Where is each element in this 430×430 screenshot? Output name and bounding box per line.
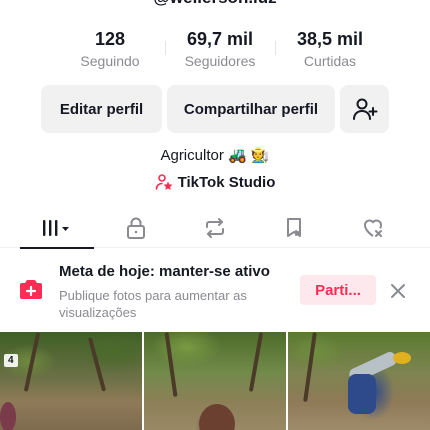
stat-followers[interactable]: 69,7 mil Seguidores: [165, 28, 275, 78]
stat-likes-value: 38,5 mil: [296, 29, 364, 49]
person-hat: [393, 352, 411, 364]
image-count-badge: 4: [4, 354, 18, 367]
goal-participate-button[interactable]: Parti...: [300, 275, 376, 305]
tree-trunk: [164, 332, 178, 397]
add-user-icon: [352, 98, 377, 120]
tree-trunk: [248, 332, 264, 392]
person-figure: [348, 374, 376, 414]
video-thumbnail[interactable]: [288, 332, 430, 430]
stat-followers-label: Seguidores: [184, 53, 256, 69]
stat-following-value: 128: [94, 29, 126, 49]
tab-reposts[interactable]: [185, 208, 245, 248]
person-figure: [199, 404, 235, 430]
profile-actions: Editar perfil Compartilhar perfil: [41, 85, 389, 133]
stat-followers-value: 69,7 mil: [186, 29, 254, 49]
tab-favorites[interactable]: [264, 208, 324, 248]
stat-following-label: Seguindo: [80, 53, 140, 69]
grid-icon: [43, 220, 70, 236]
bookmark-icon: [286, 218, 301, 237]
profile-bio: Agricultor 🚜 🧑‍🌾: [160, 147, 270, 164]
share-profile-button[interactable]: Compartilhar perfil: [167, 85, 335, 133]
edit-profile-button[interactable]: Editar perfil: [41, 85, 162, 133]
tree-trunk: [303, 332, 317, 402]
tree-trunk: [87, 337, 107, 392]
tree-trunk: [23, 332, 41, 392]
goal-subtitle: Publique fotos para aumentar as visualiz…: [59, 288, 247, 320]
stat-likes[interactable]: 38,5 mil Curtidas: [275, 28, 385, 78]
tab-private[interactable]: [106, 208, 166, 248]
tiktok-studio-label: TikTok Studio: [177, 173, 276, 191]
profile-tabs: [0, 208, 430, 249]
repost-icon: [205, 218, 224, 238]
add-friend-button[interactable]: [340, 85, 389, 133]
stat-following[interactable]: 128 Seguindo: [55, 28, 165, 78]
person-star-icon: [155, 174, 172, 190]
video-grid: 4: [0, 332, 430, 430]
tab-videos[interactable]: [20, 208, 95, 249]
close-icon[interactable]: [389, 282, 407, 300]
heart-icon: [363, 219, 382, 237]
tab-liked[interactable]: [343, 208, 403, 248]
profile-username: @wellerson.luz: [0, 0, 430, 8]
tiktok-studio-link[interactable]: TikTok Studio: [0, 173, 430, 191]
daily-goal-banner: Meta de hoje: manter-se ativo Publique f…: [0, 255, 430, 330]
stat-likes-label: Curtidas: [303, 53, 357, 69]
person-figure: [0, 402, 16, 430]
profile-stats: 128 Seguindo 69,7 mil Seguidores 38,5 mi…: [55, 28, 385, 78]
camera-plus-icon: [20, 280, 42, 299]
video-thumbnail[interactable]: 4: [0, 332, 142, 430]
goal-title: Meta de hoje: manter-se ativo: [59, 263, 270, 280]
video-thumbnail[interactable]: [144, 332, 286, 430]
lock-icon: [127, 217, 146, 239]
